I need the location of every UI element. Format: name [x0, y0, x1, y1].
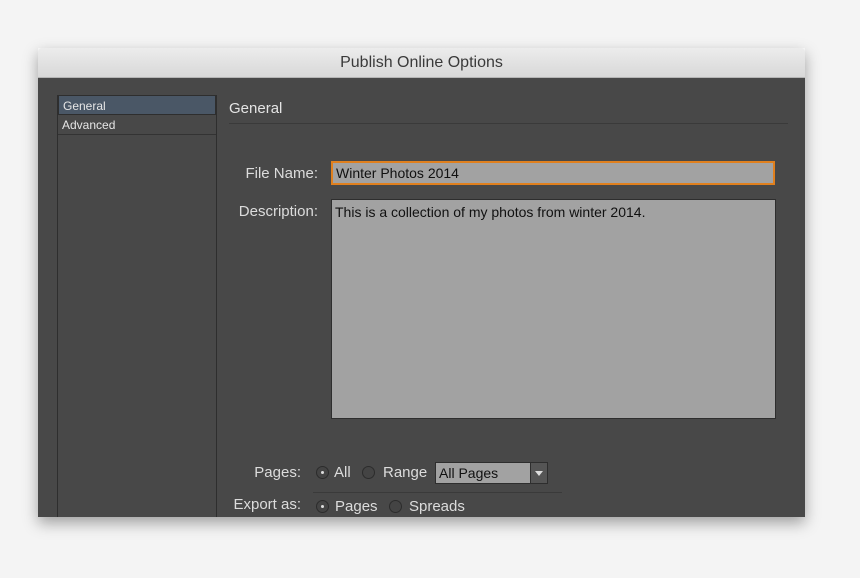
publish-online-dialog: Publish Online Options General Advanced …: [38, 48, 805, 517]
description-textarea[interactable]: This is a collection of my photos from w…: [331, 199, 776, 419]
divider: [313, 492, 562, 493]
sidebar-item-advanced[interactable]: Advanced: [58, 115, 216, 135]
pages-range-radio[interactable]: [362, 466, 375, 479]
export-spreads-label[interactable]: Spreads: [409, 498, 465, 515]
pages-dropdown-value: All Pages: [439, 465, 499, 481]
pages-all-label[interactable]: All: [334, 464, 351, 481]
export-spreads-radio[interactable]: [389, 500, 402, 513]
export-pages-label[interactable]: Pages: [335, 498, 378, 515]
divider: [229, 123, 788, 124]
sidebar: General Advanced: [57, 95, 217, 517]
export-pages-radio[interactable]: [316, 500, 329, 513]
sidebar-item-general[interactable]: General: [58, 95, 216, 115]
section-title: General: [229, 100, 283, 117]
pages-all-radio[interactable]: [316, 466, 329, 479]
export-as-label: Export as:: [233, 496, 301, 513]
chevron-down-icon[interactable]: [530, 463, 547, 483]
description-label: Description:: [238, 203, 318, 220]
pages-dropdown[interactable]: All Pages: [435, 462, 548, 484]
dialog-title: Publish Online Options: [38, 48, 805, 78]
pages-range-label[interactable]: Range: [383, 464, 427, 481]
file-name-label: File Name:: [245, 165, 318, 182]
dialog-body: General Advanced General File Name: Wint…: [38, 78, 805, 517]
pages-label: Pages:: [254, 464, 301, 481]
file-name-input[interactable]: Winter Photos 2014: [331, 161, 775, 185]
